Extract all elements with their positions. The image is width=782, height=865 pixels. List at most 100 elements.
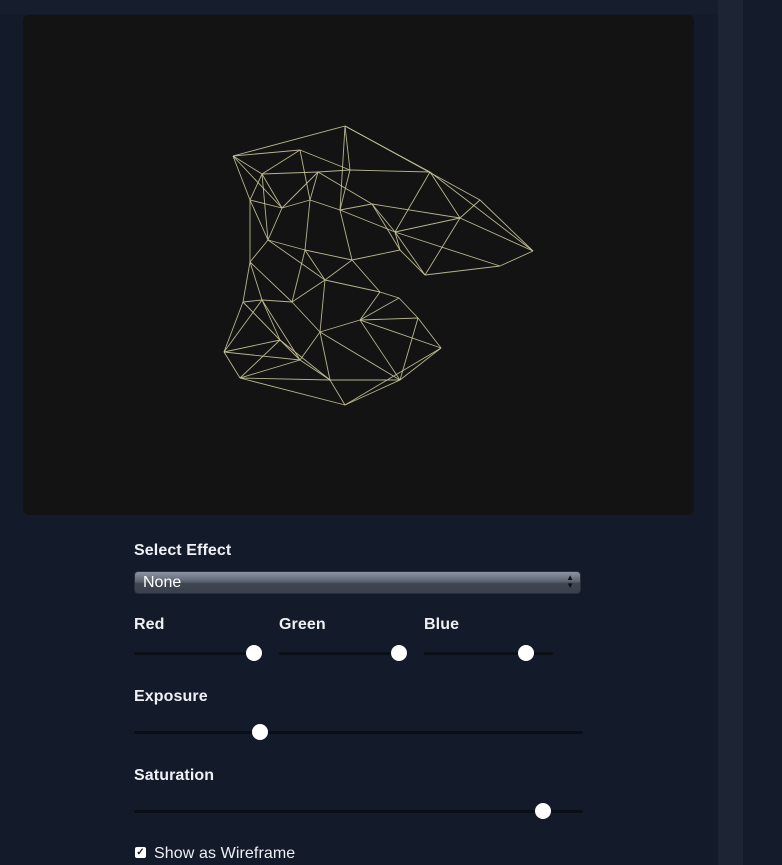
mesh-edge bbox=[223, 339, 281, 353]
mesh-edge bbox=[344, 125, 481, 201]
exposure-slider-track bbox=[134, 731, 583, 734]
mesh-edge bbox=[249, 199, 283, 209]
mesh-edge bbox=[261, 149, 301, 175]
mesh-edge bbox=[267, 239, 306, 251]
mesh-edge bbox=[249, 239, 269, 263]
page-edge bbox=[743, 0, 782, 865]
mesh-edge bbox=[424, 265, 501, 276]
mesh-edge bbox=[359, 319, 401, 381]
red-slider[interactable] bbox=[134, 643, 263, 663]
mesh-edge bbox=[232, 155, 251, 201]
wireframe-label[interactable]: Show as Wireframe bbox=[154, 845, 295, 863]
green-label: Green bbox=[279, 616, 326, 633]
mesh-edge bbox=[344, 379, 401, 406]
effect-select[interactable]: None ▲ ▼ bbox=[134, 571, 581, 594]
exposure-slider[interactable] bbox=[134, 722, 583, 742]
saturation-label: Saturation bbox=[134, 767, 215, 784]
mesh-edge bbox=[329, 379, 346, 406]
effect-select-value: None bbox=[143, 574, 182, 591]
mesh-edge bbox=[344, 125, 351, 171]
green-slider[interactable] bbox=[279, 643, 408, 663]
blue-slider[interactable] bbox=[424, 643, 553, 663]
mesh-edge bbox=[399, 317, 419, 381]
mesh-edge bbox=[223, 351, 301, 361]
mesh-edge bbox=[279, 339, 301, 361]
mesh-edge bbox=[304, 249, 353, 261]
wireframe-checkbox[interactable]: ✓ bbox=[135, 847, 146, 858]
blue-slider-thumb[interactable] bbox=[517, 645, 534, 661]
mesh-edge bbox=[299, 359, 331, 381]
red-slider-thumb[interactable] bbox=[245, 645, 262, 661]
mesh-edge bbox=[317, 169, 351, 173]
mesh-edge bbox=[319, 319, 361, 333]
mesh-edge bbox=[267, 239, 326, 281]
mesh-edge bbox=[399, 249, 426, 276]
3d-viewport[interactable] bbox=[23, 15, 694, 515]
mesh-edge bbox=[299, 331, 321, 361]
app-page: Select Effect None ▲ ▼ Red Green Blue Exp… bbox=[0, 0, 782, 865]
mesh-edge bbox=[359, 317, 419, 321]
mesh-edge bbox=[499, 250, 534, 267]
mesh-edge bbox=[339, 209, 353, 261]
mesh-edge bbox=[339, 203, 373, 211]
top-strip bbox=[0, 0, 718, 14]
mesh-edge bbox=[417, 317, 442, 349]
mesh-edge bbox=[261, 299, 293, 303]
mesh-edge bbox=[261, 173, 269, 241]
mesh-edge bbox=[291, 301, 321, 333]
red-label: Red bbox=[134, 616, 165, 633]
mesh-edge bbox=[239, 377, 346, 406]
mesh-edge bbox=[304, 199, 311, 251]
mesh-edge bbox=[242, 299, 263, 303]
saturation-slider-thumb[interactable] bbox=[534, 803, 551, 819]
mesh-edge bbox=[394, 171, 431, 233]
mesh-edge bbox=[324, 279, 381, 293]
mesh-edge bbox=[242, 301, 281, 341]
mesh-edge bbox=[399, 347, 442, 381]
mesh-edge bbox=[429, 171, 461, 219]
mesh-edge bbox=[232, 155, 283, 209]
red-slider-track bbox=[134, 652, 263, 655]
mesh-edge bbox=[359, 319, 442, 349]
mesh-edge bbox=[324, 259, 353, 281]
green-slider-track bbox=[279, 652, 408, 655]
mesh-edge bbox=[349, 169, 431, 173]
mesh-edge bbox=[371, 203, 401, 251]
mesh-edge bbox=[319, 279, 326, 333]
mesh-edge bbox=[261, 299, 281, 341]
mesh-edge bbox=[394, 231, 426, 276]
mesh-edge bbox=[223, 299, 263, 353]
mesh-edge bbox=[379, 291, 400, 299]
mesh-edge bbox=[429, 171, 534, 252]
mesh-edge bbox=[344, 347, 442, 406]
mesh-edge bbox=[223, 351, 241, 379]
mesh-edge bbox=[394, 217, 461, 233]
mesh-edge bbox=[304, 249, 326, 281]
mesh-edge bbox=[239, 377, 331, 381]
exposure-label: Exposure bbox=[134, 688, 208, 705]
blue-label: Blue bbox=[424, 616, 460, 633]
mesh-edge bbox=[299, 149, 311, 201]
mesh-edge bbox=[394, 231, 401, 251]
mesh-edge bbox=[249, 173, 263, 201]
saturation-slider[interactable] bbox=[134, 801, 583, 821]
mesh-edge bbox=[351, 249, 401, 261]
mesh-edge bbox=[339, 209, 396, 233]
select-arrows-icon: ▲ ▼ bbox=[566, 573, 574, 590]
mesh-edge bbox=[319, 331, 401, 381]
exposure-slider-thumb[interactable] bbox=[251, 724, 268, 740]
wireframe-mesh bbox=[223, 125, 534, 406]
mesh-edge bbox=[261, 171, 319, 175]
mesh-edge bbox=[359, 297, 400, 321]
effect-label: Select Effect bbox=[134, 542, 232, 559]
mesh-edge bbox=[424, 217, 461, 276]
mesh-edge bbox=[223, 301, 244, 353]
mesh-edge bbox=[309, 199, 341, 211]
scrollbar-track[interactable] bbox=[718, 0, 743, 865]
mesh-edge bbox=[398, 297, 419, 319]
mesh-edge bbox=[317, 171, 373, 205]
mesh-edge bbox=[267, 207, 283, 241]
green-slider-thumb[interactable] bbox=[390, 645, 407, 661]
saturation-slider-track bbox=[134, 810, 583, 813]
mesh-edge bbox=[359, 291, 381, 321]
